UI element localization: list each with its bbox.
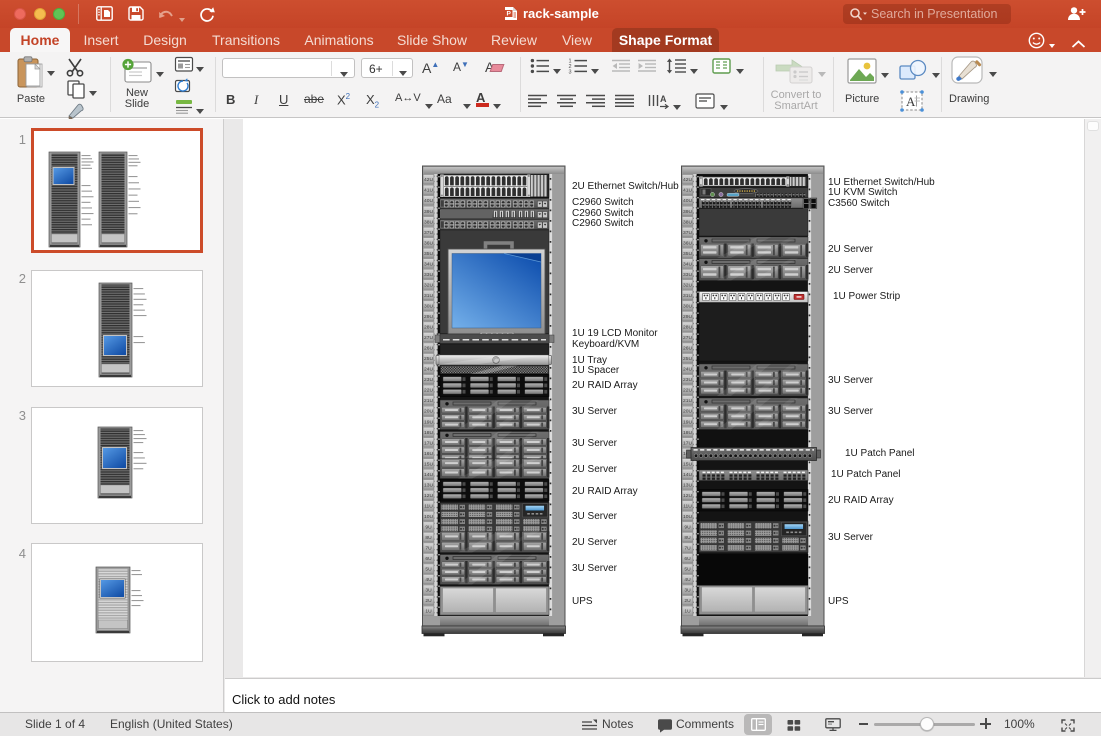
svg-text:15U: 15U	[424, 461, 433, 467]
svg-text:A: A	[660, 94, 667, 104]
svg-text:42U: 42U	[424, 177, 433, 183]
svg-text:23U: 23U	[424, 377, 433, 383]
svg-text:5U: 5U	[684, 567, 691, 573]
svg-text:10U: 10U	[683, 514, 692, 520]
svg-text:26U: 26U	[683, 346, 692, 352]
svg-text:36U: 36U	[683, 240, 692, 246]
svg-text:17U: 17U	[683, 440, 692, 446]
svg-text:4U: 4U	[425, 577, 432, 583]
svg-text:38U: 38U	[424, 219, 433, 225]
svg-text:25U: 25U	[683, 356, 692, 362]
svg-text:23U: 23U	[683, 377, 692, 383]
svg-text:41U: 41U	[424, 188, 433, 194]
svg-text:9U: 9U	[425, 524, 432, 530]
svg-text:15U: 15U	[683, 461, 692, 467]
svg-text:26U: 26U	[424, 346, 433, 352]
svg-text:36U: 36U	[424, 240, 433, 246]
svg-text:13U: 13U	[683, 482, 692, 488]
svg-text:1U: 1U	[425, 609, 432, 615]
svg-text:32U: 32U	[424, 282, 433, 288]
svg-text:13U: 13U	[424, 482, 433, 488]
svg-text:2U: 2U	[425, 598, 432, 604]
svg-text:33U: 33U	[683, 272, 692, 278]
svg-text:14U: 14U	[424, 472, 433, 478]
svg-text:18U: 18U	[683, 430, 692, 436]
svg-text:6U: 6U	[684, 556, 691, 562]
svg-text:1U: 1U	[684, 609, 691, 615]
svg-text:32U: 32U	[683, 282, 692, 288]
svg-text:7U: 7U	[425, 546, 432, 552]
svg-text:34U: 34U	[683, 261, 692, 267]
svg-text:16U: 16U	[424, 451, 433, 457]
svg-text:18U: 18U	[424, 430, 433, 436]
svg-text:3U: 3U	[684, 588, 691, 594]
svg-text:24U: 24U	[683, 367, 692, 373]
svg-text:24U: 24U	[424, 367, 433, 373]
svg-text:35U: 35U	[683, 251, 692, 257]
svg-text:19U: 19U	[683, 419, 692, 425]
svg-text:10U: 10U	[424, 514, 433, 520]
svg-text:34U: 34U	[424, 261, 433, 267]
svg-text:2U: 2U	[684, 598, 691, 604]
svg-text:20U: 20U	[424, 409, 433, 415]
svg-text:30U: 30U	[424, 303, 433, 309]
svg-text:P: P	[507, 11, 512, 18]
svg-text:28U: 28U	[683, 325, 692, 331]
svg-text:29U: 29U	[683, 314, 692, 320]
svg-text:27U: 27U	[683, 335, 692, 341]
svg-text:21U: 21U	[683, 398, 692, 404]
svg-text:31U: 31U	[424, 293, 433, 299]
svg-text:40U: 40U	[424, 198, 433, 204]
svg-text:37U: 37U	[683, 230, 692, 236]
svg-text:12U: 12U	[683, 493, 692, 499]
svg-text:11U: 11U	[683, 503, 692, 509]
svg-text:31U: 31U	[683, 293, 692, 299]
svg-text:29U: 29U	[424, 314, 433, 320]
svg-text:40U: 40U	[683, 198, 692, 204]
svg-text:42U: 42U	[683, 177, 692, 183]
svg-text:39U: 39U	[424, 209, 433, 215]
svg-text:14U: 14U	[683, 472, 692, 478]
svg-text:9U: 9U	[684, 524, 691, 530]
svg-text:5U: 5U	[425, 567, 432, 573]
svg-text:28U: 28U	[424, 325, 433, 331]
svg-text:41U: 41U	[683, 188, 692, 194]
svg-text:12U: 12U	[424, 493, 433, 499]
svg-text:3U: 3U	[425, 588, 432, 594]
svg-text:22U: 22U	[683, 388, 692, 394]
svg-text:33U: 33U	[424, 272, 433, 278]
svg-text:6U: 6U	[425, 556, 432, 562]
svg-text:19U: 19U	[424, 419, 433, 425]
svg-text:8U: 8U	[684, 535, 691, 541]
svg-text:25U: 25U	[424, 356, 433, 362]
svg-text:39U: 39U	[683, 209, 692, 215]
svg-text:11U: 11U	[424, 503, 433, 509]
svg-text:27U: 27U	[424, 335, 433, 341]
svg-text:7U: 7U	[684, 546, 691, 552]
svg-text:8U: 8U	[425, 535, 432, 541]
svg-text:30U: 30U	[683, 303, 692, 309]
svg-text:37U: 37U	[424, 230, 433, 236]
svg-text:A: A	[906, 94, 916, 109]
svg-text:22U: 22U	[424, 388, 433, 394]
svg-text:38U: 38U	[683, 219, 692, 225]
svg-text:21U: 21U	[424, 398, 433, 404]
svg-text:20U: 20U	[683, 409, 692, 415]
svg-text:4U: 4U	[684, 577, 691, 583]
svg-text:35U: 35U	[424, 251, 433, 257]
svg-text:3: 3	[569, 69, 572, 74]
svg-text:17U: 17U	[424, 440, 433, 446]
